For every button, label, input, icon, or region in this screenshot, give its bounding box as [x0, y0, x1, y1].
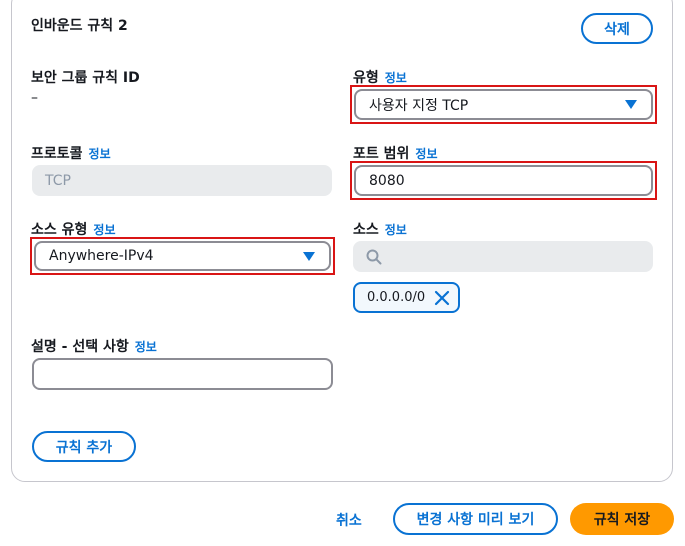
delete-button[interactable]: 삭제: [581, 13, 653, 44]
protocol-field: TCP: [32, 165, 332, 196]
cancel-link[interactable]: 취소: [336, 510, 362, 530]
source-type-select[interactable]: Anywhere-IPv4: [34, 241, 331, 271]
description-label-row: 설명 - 선택 사항 정보: [31, 336, 157, 356]
source-token-label: 0.0.0.0/0: [367, 290, 426, 305]
close-icon[interactable]: [434, 290, 450, 306]
source-type-label: 소스 유형: [31, 222, 88, 238]
protocol-info-link[interactable]: 정보: [89, 147, 111, 161]
protocol-label-row: 프로토콜 정보: [31, 143, 111, 163]
caret-down-icon: [303, 251, 315, 261]
type-label: 유형: [353, 70, 379, 86]
description-info-link[interactable]: 정보: [135, 340, 157, 354]
sg-rule-id-label: 보안 그룹 규칙 ID: [31, 70, 140, 86]
sg-rule-id-value: –: [31, 90, 38, 106]
type-info-link[interactable]: 정보: [385, 71, 407, 85]
source-type-info-link[interactable]: 정보: [93, 223, 115, 237]
add-rule-button[interactable]: 규칙 추가: [32, 431, 136, 462]
source-info-link[interactable]: 정보: [385, 223, 407, 237]
source-type-label-row: 소스 유형 정보: [31, 219, 116, 239]
type-select[interactable]: 사용자 지정 TCP: [354, 89, 653, 120]
port-range-label: 포트 범위: [353, 146, 410, 162]
port-range-info-link[interactable]: 정보: [415, 147, 437, 161]
source-search-input[interactable]: [353, 241, 653, 272]
search-icon: [366, 249, 382, 265]
protocol-label: 프로토콜: [31, 146, 83, 162]
caret-down-icon: [625, 100, 637, 109]
type-label-row: 유형 정보: [353, 67, 407, 87]
source-type-select-value: Anywhere-IPv4: [49, 248, 154, 264]
source-token: 0.0.0.0/0: [353, 282, 460, 313]
source-label-row: 소스 정보: [353, 219, 407, 239]
rule-title: 인바운드 규칙 2: [31, 18, 128, 34]
save-rules-button[interactable]: 규칙 저장: [570, 503, 674, 535]
port-range-input[interactable]: 8080: [354, 165, 653, 196]
source-label: 소스: [353, 222, 379, 238]
port-range-label-row: 포트 범위 정보: [353, 143, 438, 163]
preview-changes-button[interactable]: 변경 사항 미리 보기: [393, 503, 558, 535]
description-input[interactable]: [32, 358, 333, 390]
type-select-value: 사용자 지정 TCP: [369, 97, 469, 114]
description-label: 설명 - 선택 사항: [31, 339, 129, 355]
